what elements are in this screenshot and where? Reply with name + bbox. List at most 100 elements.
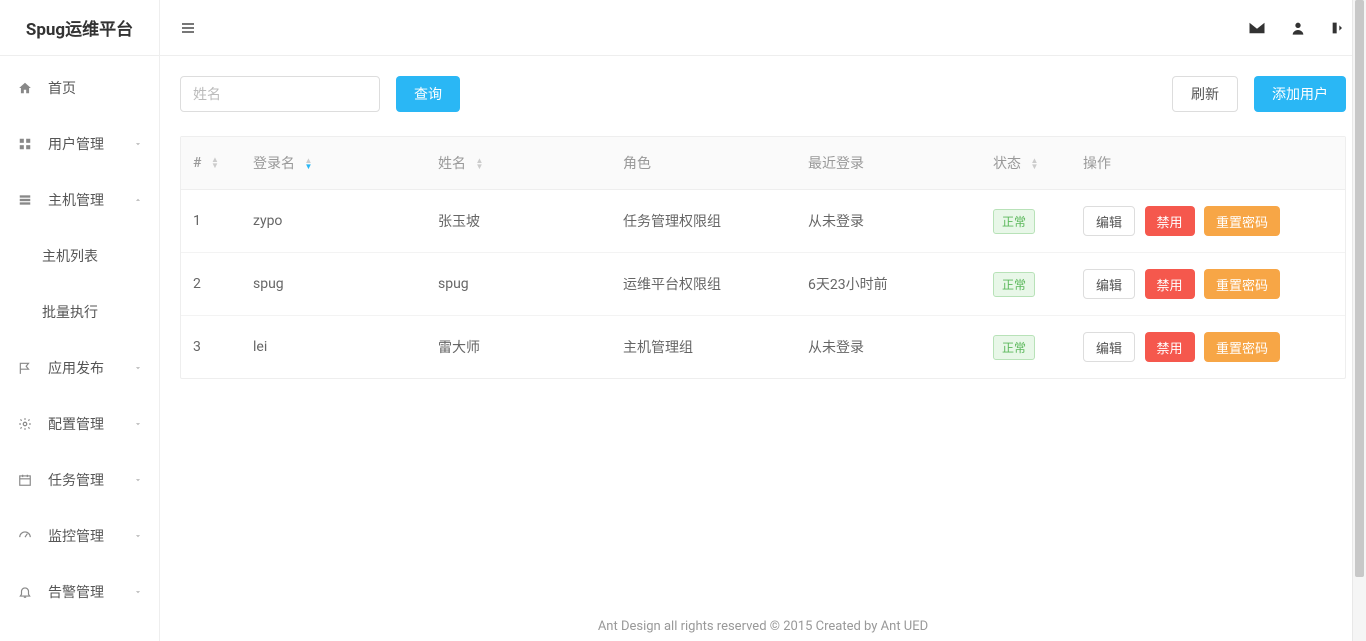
cell-actions: 编辑 禁用 重置密码 <box>1071 190 1345 253</box>
cell-status: 正常 <box>981 190 1071 253</box>
cell-last-login: 从未登录 <box>796 190 981 253</box>
cell-role: 运维平台权限组 <box>611 253 796 316</box>
scrollbar[interactable] <box>1352 0 1366 641</box>
col-status[interactable]: 状态 ▲▼ <box>981 137 1071 190</box>
app-logo: Spug运维平台 <box>0 0 159 56</box>
dashboard-icon <box>16 529 34 543</box>
cell-name: 张玉坡 <box>426 190 611 253</box>
chevron-down-icon <box>133 531 143 541</box>
sort-icon: ▲▼ <box>475 158 483 170</box>
col-role: 角色 <box>611 137 796 190</box>
cell-index: 3 <box>181 316 241 378</box>
name-search-input[interactable] <box>180 76 380 112</box>
sidebar-item-app-publish[interactable]: 应用发布 <box>0 340 159 396</box>
status-badge: 正常 <box>993 335 1035 360</box>
sidebar-item-label: 主机管理 <box>48 190 133 210</box>
cell-index: 1 <box>181 190 241 253</box>
col-login[interactable]: 登录名 ▲▼ <box>241 137 426 190</box>
sort-icon: ▲▼ <box>304 158 312 170</box>
table-row: 1 zypo 张玉坡 任务管理权限组 从未登录 正常 编辑 禁用 重置密码 <box>181 190 1345 253</box>
sidebar-item-label: 任务管理 <box>48 470 133 490</box>
sidebar-item-batch-exec[interactable]: 批量执行 <box>0 284 159 340</box>
user-table: # ▲▼ 登录名 ▲▼ 姓名 ▲▼ 角色 最近登录 <box>180 136 1346 379</box>
chevron-down-icon <box>133 363 143 373</box>
chevron-down-icon <box>133 419 143 429</box>
cell-actions: 编辑 禁用 重置密码 <box>1071 316 1345 378</box>
query-button[interactable]: 查询 <box>396 76 460 112</box>
page-content: 查询 刷新 添加用户 # <box>160 56 1366 611</box>
sidebar-item-label: 用户管理 <box>48 134 133 154</box>
calendar-icon <box>16 473 34 487</box>
col-name[interactable]: 姓名 ▲▼ <box>426 137 611 190</box>
logout-icon[interactable] <box>1330 20 1346 36</box>
col-last-login: 最近登录 <box>796 137 981 190</box>
sidebar-item-user-mgmt[interactable]: 用户管理 <box>0 116 159 172</box>
cell-login: spug <box>241 253 426 316</box>
sidebar-item-label: 告警管理 <box>48 582 133 602</box>
cell-actions: 编辑 禁用 重置密码 <box>1071 253 1345 316</box>
sidebar-item-alarm-mgmt[interactable]: 告警管理 <box>0 564 159 620</box>
sidebar-item-label: 应用发布 <box>48 358 133 378</box>
sidebar-item-label: 监控管理 <box>48 526 133 546</box>
col-index[interactable]: # ▲▼ <box>181 137 241 190</box>
cell-role: 任务管理权限组 <box>611 190 796 253</box>
sidebar-item-config-mgmt[interactable]: 配置管理 <box>0 396 159 452</box>
flag-icon <box>16 361 34 375</box>
reset-password-button[interactable]: 重置密码 <box>1204 206 1280 236</box>
cell-name: spug <box>426 253 611 316</box>
reset-password-button[interactable]: 重置密码 <box>1204 269 1280 299</box>
sidebar-item-host-mgmt[interactable]: 主机管理 <box>0 172 159 228</box>
sidebar-item-host-list[interactable]: 主机列表 <box>0 228 159 284</box>
scrollbar-thumb[interactable] <box>1355 0 1364 577</box>
cell-status: 正常 <box>981 316 1071 378</box>
col-actions: 操作 <box>1071 137 1345 190</box>
chevron-down-icon <box>133 475 143 485</box>
server-icon <box>16 193 34 207</box>
disable-button[interactable]: 禁用 <box>1145 269 1195 299</box>
sidebar-item-monitor-mgmt[interactable]: 监控管理 <box>0 508 159 564</box>
cell-status: 正常 <box>981 253 1071 316</box>
add-user-button[interactable]: 添加用户 <box>1254 76 1346 112</box>
cell-role: 主机管理组 <box>611 316 796 378</box>
app-title: Spug运维平台 <box>26 15 133 40</box>
mail-icon[interactable] <box>1248 19 1266 37</box>
cell-index: 2 <box>181 253 241 316</box>
cell-name: 雷大师 <box>426 316 611 378</box>
edit-button[interactable]: 编辑 <box>1083 269 1135 299</box>
sort-icon: ▲▼ <box>211 157 219 169</box>
user-icon[interactable] <box>1290 20 1306 36</box>
table-header-row: # ▲▼ 登录名 ▲▼ 姓名 ▲▼ 角色 最近登录 <box>181 137 1345 190</box>
topbar <box>160 0 1366 56</box>
refresh-button[interactable]: 刷新 <box>1172 76 1238 112</box>
toolbar: 查询 刷新 添加用户 <box>180 76 1346 112</box>
main-area: 查询 刷新 添加用户 # <box>160 0 1366 641</box>
sidebar-menu: 首页 用户管理 主机管理 主机 <box>0 56 159 641</box>
table-row: 3 lei 雷大师 主机管理组 从未登录 正常 编辑 禁用 重置密码 <box>181 316 1345 378</box>
cell-last-login: 从未登录 <box>796 316 981 378</box>
sidebar-item-label: 首页 <box>48 78 143 98</box>
edit-button[interactable]: 编辑 <box>1083 206 1135 236</box>
chevron-up-icon <box>133 195 143 205</box>
grid-icon <box>16 137 34 151</box>
reset-password-button[interactable]: 重置密码 <box>1204 332 1280 362</box>
sidebar: Spug运维平台 首页 用户管理 <box>0 0 160 641</box>
menu-toggle-icon[interactable] <box>180 20 196 36</box>
table-row: 2 spug spug 运维平台权限组 6天23小时前 正常 编辑 禁用 重置密… <box>181 253 1345 316</box>
sidebar-item-label: 主机列表 <box>42 246 143 266</box>
chevron-down-icon <box>133 587 143 597</box>
sidebar-item-label: 批量执行 <box>42 302 143 322</box>
cell-login: zypo <box>241 190 426 253</box>
sidebar-item-task-mgmt[interactable]: 任务管理 <box>0 452 159 508</box>
bell-icon <box>16 585 34 599</box>
sidebar-item-home[interactable]: 首页 <box>0 60 159 116</box>
status-badge: 正常 <box>993 209 1035 234</box>
footer-text: Ant Design all rights reserved © 2015 Cr… <box>598 619 928 634</box>
disable-button[interactable]: 禁用 <box>1145 332 1195 362</box>
status-badge: 正常 <box>993 272 1035 297</box>
sidebar-item-label: 配置管理 <box>48 414 133 434</box>
footer: Ant Design all rights reserved © 2015 Cr… <box>160 611 1366 641</box>
disable-button[interactable]: 禁用 <box>1145 206 1195 236</box>
edit-button[interactable]: 编辑 <box>1083 332 1135 362</box>
sort-icon: ▲▼ <box>1030 158 1038 170</box>
gear-icon <box>16 417 34 431</box>
